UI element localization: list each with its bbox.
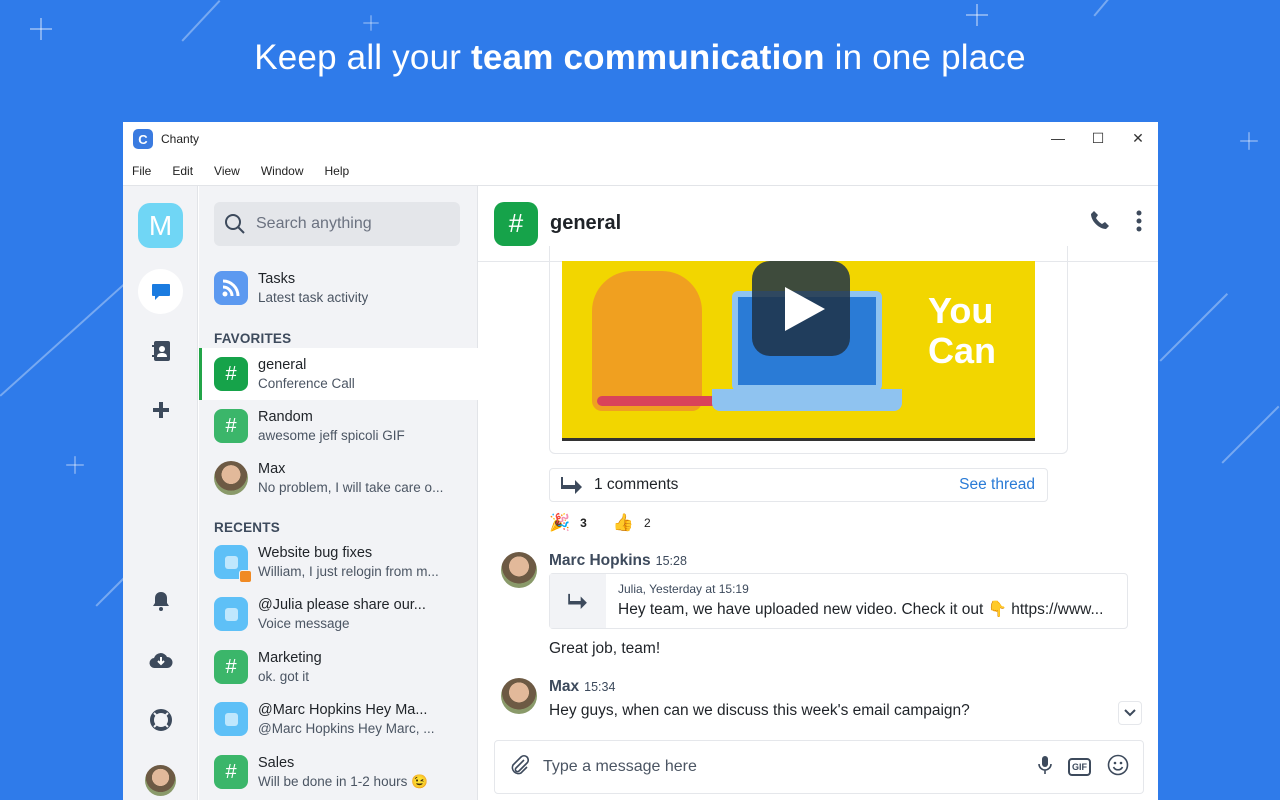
- reply-arrow-icon: [550, 574, 606, 628]
- conversation-item-general[interactable]: # general Conference Call: [199, 348, 478, 400]
- maximize-button[interactable]: ☐: [1078, 130, 1118, 147]
- play-button[interactable]: [752, 261, 850, 356]
- cloud-download-icon[interactable]: [138, 637, 183, 682]
- decor-plus: [30, 18, 52, 40]
- quoted-message[interactable]: Julia, Yesterday at 15:19 Hey team, we h…: [549, 573, 1128, 629]
- decor-line: [181, 0, 221, 42]
- hash-icon: #: [494, 201, 538, 246]
- hash-icon: #: [214, 409, 248, 443]
- message-composer: GIF: [494, 740, 1144, 794]
- laptop-base: [712, 389, 902, 411]
- decor-plus: [966, 4, 988, 26]
- minimize-button[interactable]: —: [1038, 130, 1078, 147]
- microphone-icon[interactable]: [1038, 755, 1052, 780]
- scroll-down-button[interactable]: [1118, 701, 1142, 725]
- message-text: Great job, team!: [549, 640, 661, 657]
- decor-plus: [66, 456, 84, 474]
- hash-icon: #: [214, 650, 248, 684]
- workspace-rail: M: [123, 186, 198, 800]
- decor-line: [0, 278, 131, 397]
- video-overlay-text: You Can: [928, 290, 997, 371]
- search-input[interactable]: Search anything: [214, 202, 460, 246]
- dog-illustration: [592, 271, 702, 411]
- message-text: Hey guys, when can we discuss this week'…: [549, 702, 970, 719]
- video-thumbnail[interactable]: You Can: [562, 261, 1035, 441]
- title-bar: C Chanty — ☐ ✕: [123, 122, 1158, 156]
- menu-bar: File Edit View Window Help: [123, 156, 1158, 186]
- conversation-item-website-bug-fixes[interactable]: Website bug fixes William, I just relogin…: [199, 536, 478, 588]
- decor-line: [1159, 293, 1228, 362]
- chat-icon[interactable]: [138, 269, 183, 314]
- decor-plus: [363, 15, 379, 31]
- reaction-count: 2: [644, 516, 651, 530]
- headline: Keep all your team communication in one …: [254, 38, 1026, 77]
- message-author[interactable]: Max: [549, 678, 579, 695]
- conversation-item-julia[interactable]: @Julia please share our... Voice message: [199, 588, 478, 640]
- rss-icon: [214, 271, 248, 305]
- group-icon: [214, 597, 248, 631]
- decor-line: [1093, 0, 1109, 17]
- chevron-down-icon: [1124, 709, 1136, 717]
- bell-icon[interactable]: [138, 578, 183, 623]
- decor-line: [95, 576, 125, 607]
- reaction-count: 3: [580, 516, 587, 530]
- decor-line: [1221, 405, 1280, 464]
- video-attachment: You Can: [549, 246, 1068, 454]
- reaction-party[interactable]: 🎉: [549, 513, 570, 533]
- add-icon[interactable]: [138, 387, 183, 432]
- contacts-icon[interactable]: [138, 328, 183, 373]
- quote-meta: Julia, Yesterday at 15:19: [618, 582, 749, 596]
- quote-text: Hey team, we have uploaded new video. Ch…: [618, 601, 1104, 618]
- favorites-heading: FAVORITES: [214, 331, 292, 346]
- avatar[interactable]: [501, 678, 537, 714]
- conversation-item-marc-hopkins[interactable]: @Marc Hopkins Hey Ma... @Marc Hopkins Hey…: [199, 693, 478, 745]
- message-input[interactable]: [543, 758, 1003, 776]
- support-icon[interactable]: [138, 697, 183, 742]
- tasks-item[interactable]: Tasks Latest task activity: [199, 262, 478, 314]
- window-title: Chanty: [161, 132, 200, 146]
- user-avatar[interactable]: [145, 765, 176, 796]
- reaction-thumbs-up[interactable]: 👍: [613, 513, 634, 533]
- skateboard-illustration: [597, 396, 717, 406]
- chat-panel: # general You Can 1 comments See thread …: [478, 186, 1158, 800]
- message-author[interactable]: Marc Hopkins: [549, 552, 651, 569]
- lock-icon: [239, 570, 252, 583]
- workspace-button[interactable]: M: [138, 203, 183, 248]
- attach-icon[interactable]: [509, 754, 530, 781]
- conversation-item-random[interactable]: # Random awesome jeff spicoli GIF: [199, 400, 478, 452]
- see-thread-link[interactable]: See thread: [959, 476, 1035, 494]
- message-time: 15:34: [584, 680, 616, 694]
- conversation-item-marketing[interactable]: # Marketing ok. got it: [199, 641, 478, 693]
- more-options-icon[interactable]: [1136, 210, 1142, 238]
- reply-arrow-icon: [561, 477, 582, 494]
- comments-count: 1 comments: [594, 476, 679, 493]
- recents-heading: RECENTS: [214, 520, 280, 535]
- close-button[interactable]: ✕: [1118, 130, 1158, 147]
- conversation-item-max[interactable]: Max No problem, I will take care o...: [199, 452, 478, 504]
- channel-name: general: [550, 212, 622, 234]
- app-window: C Chanty — ☐ ✕ File Edit View Window Hel…: [123, 122, 1158, 800]
- menu-window[interactable]: Window: [261, 164, 304, 178]
- phone-icon[interactable]: [1090, 210, 1110, 238]
- search-icon: [225, 214, 245, 234]
- menu-edit[interactable]: Edit: [172, 164, 193, 178]
- decor-plus: [1240, 132, 1258, 150]
- thread-summary[interactable]: 1 comments See thread: [549, 468, 1048, 502]
- emoji-icon[interactable]: [1107, 754, 1129, 781]
- menu-help[interactable]: Help: [325, 164, 350, 178]
- chanty-logo-icon: C: [133, 129, 153, 149]
- hash-icon: #: [214, 357, 248, 391]
- conversation-list: Search anything Tasks Latest task activit…: [199, 186, 478, 800]
- hash-icon: #: [214, 755, 248, 789]
- group-icon: [214, 702, 248, 736]
- conversation-item-sales[interactable]: # Sales Will be done in 1-2 hours 😉: [199, 746, 478, 798]
- message-time: 15:28: [655, 554, 687, 568]
- reactions: 🎉 3 👍 2: [549, 513, 651, 533]
- menu-file[interactable]: File: [132, 164, 151, 178]
- avatar[interactable]: [501, 552, 537, 588]
- avatar: [214, 461, 248, 495]
- group-icon: [214, 545, 252, 583]
- gif-button[interactable]: GIF: [1068, 758, 1091, 776]
- menu-view[interactable]: View: [214, 164, 240, 178]
